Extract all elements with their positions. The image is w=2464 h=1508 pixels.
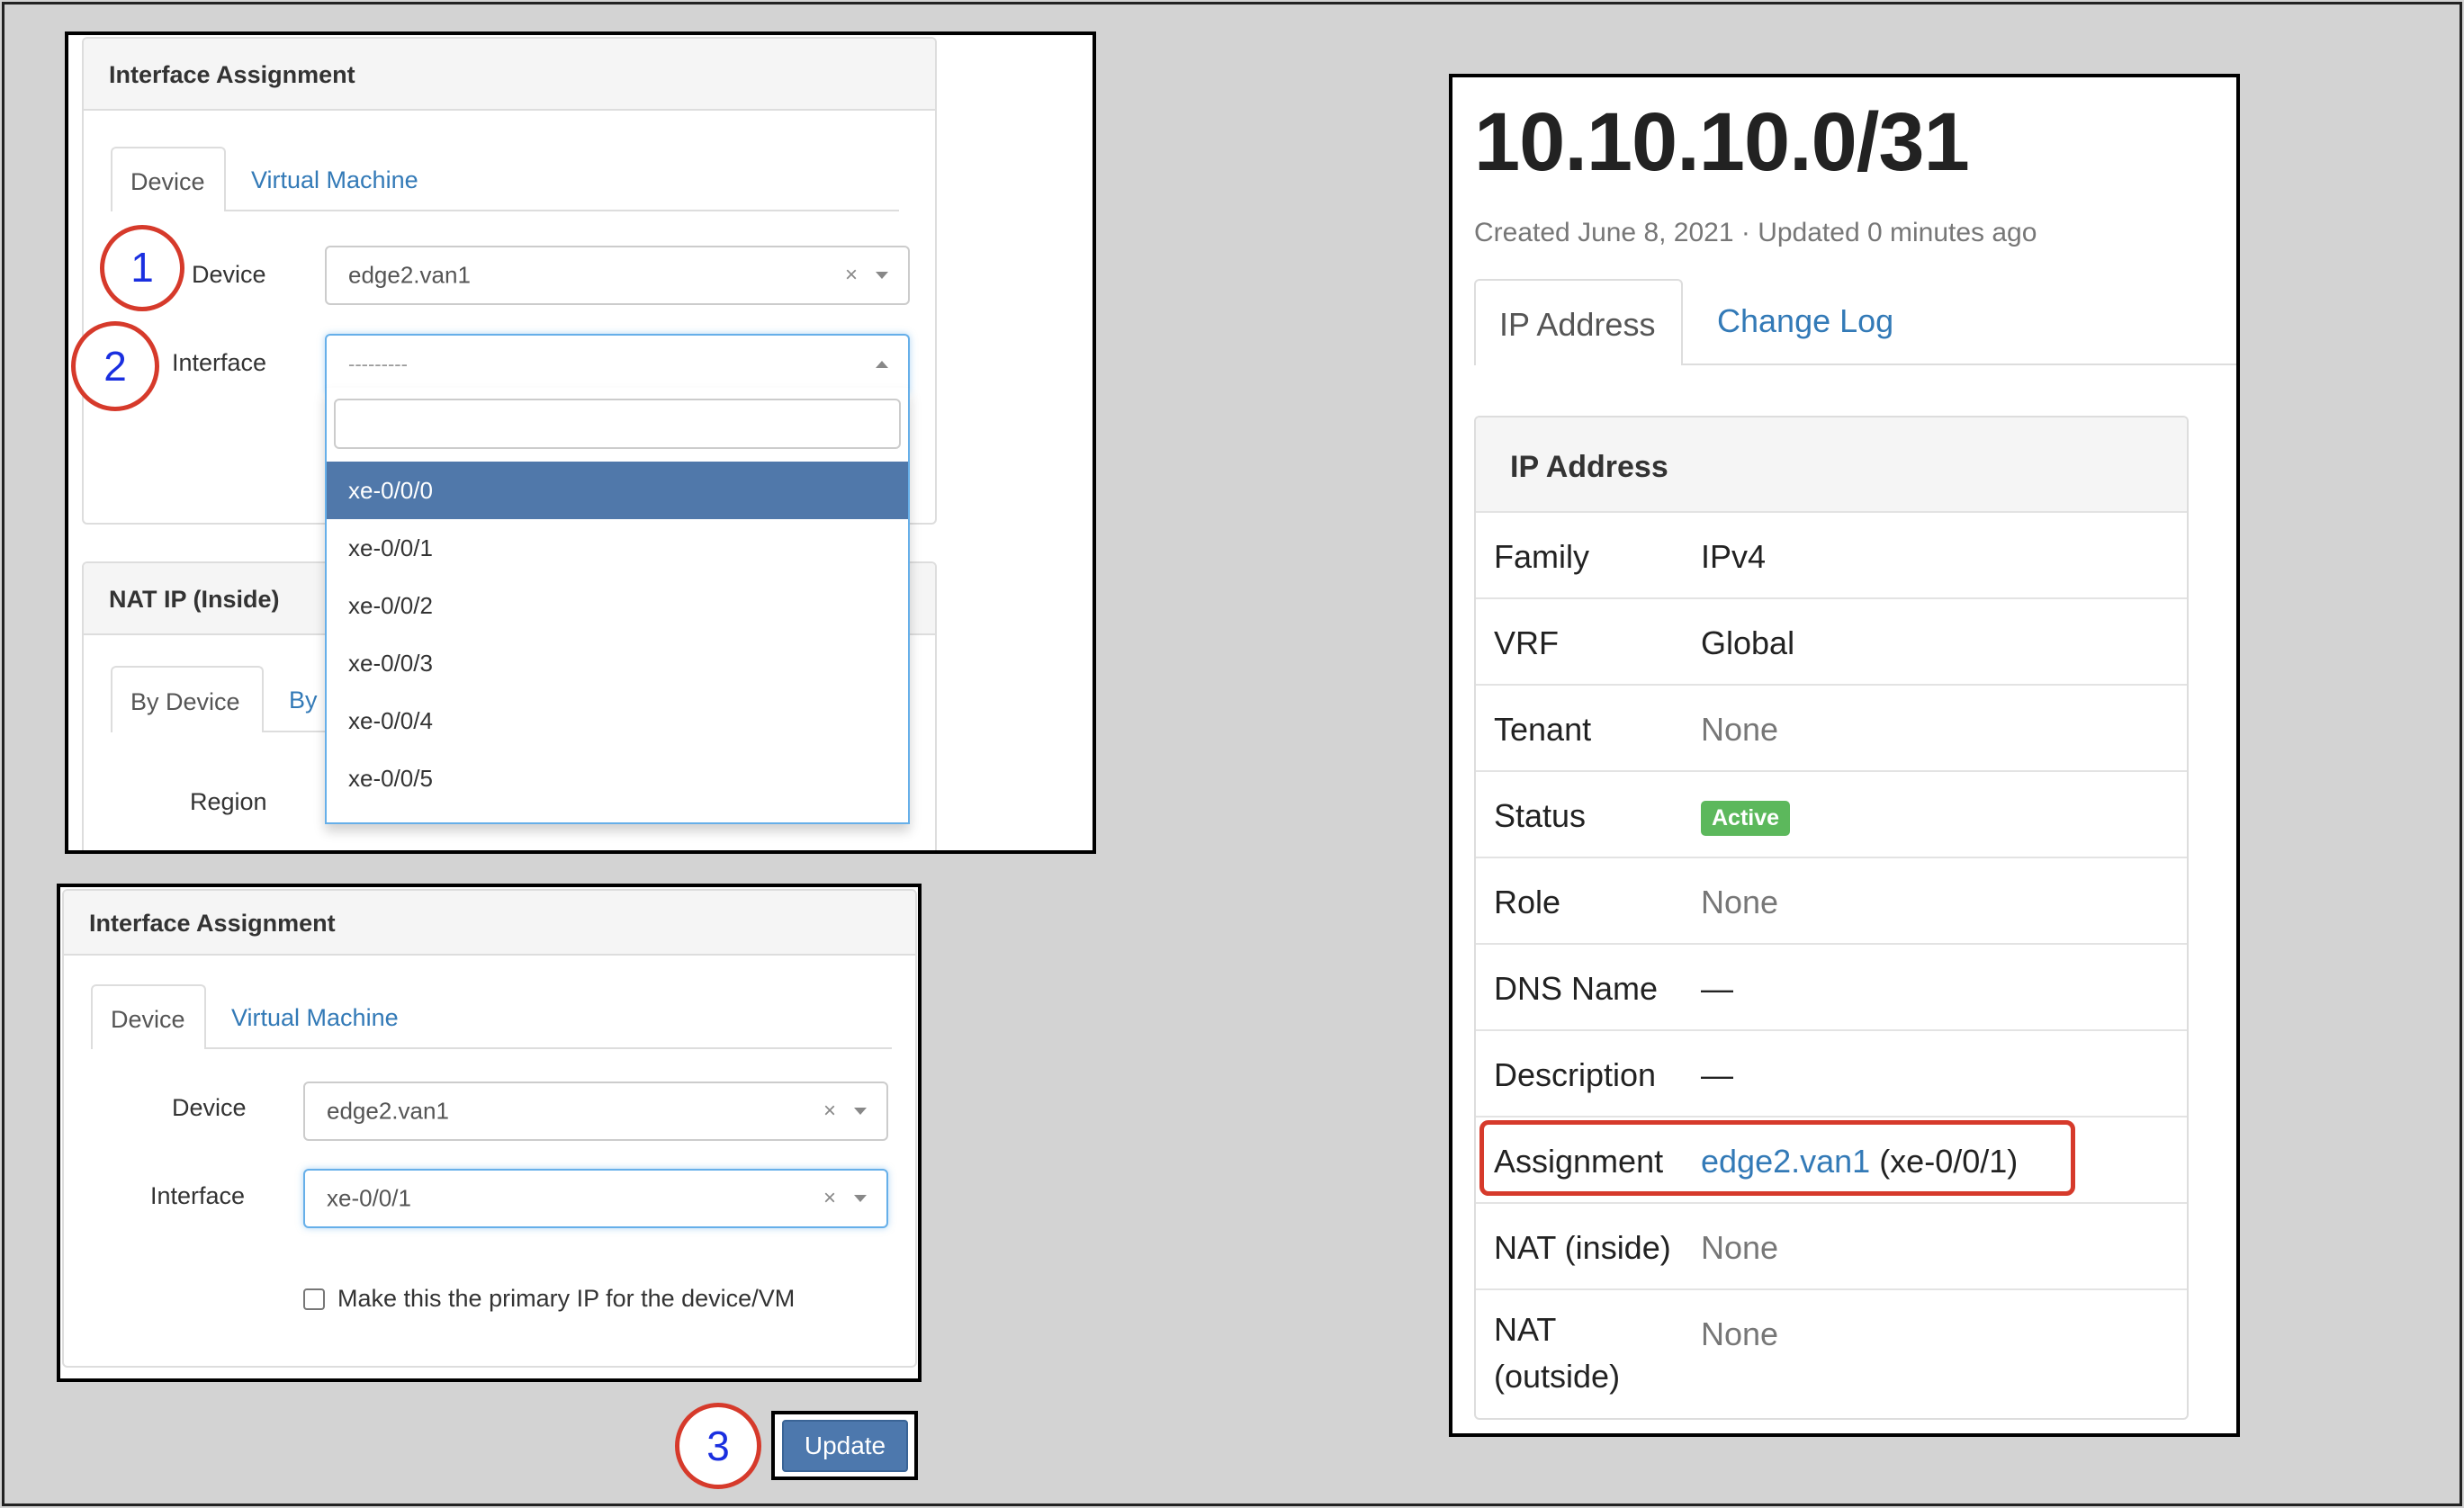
interface-select-value: xe-0/0/1	[327, 1184, 411, 1212]
chevron-down-icon[interactable]	[854, 1195, 867, 1202]
ip-address-panel: IP Address Family IPv4 VRF Global Tenant…	[1474, 416, 2189, 1420]
dropdown-option[interactable]: xe-0/0/2	[327, 577, 908, 634]
detail-row-tenant: Tenant None	[1476, 684, 2187, 770]
panel-title: Interface Assignment	[89, 910, 336, 937]
primary-ip-checkbox-label: Make this the primary IP for the device/…	[337, 1285, 796, 1312]
tab-virtual-machine[interactable]: Virtual Machine	[251, 166, 418, 194]
page-subtitle: Created June 8, 2021 · Updated 0 minutes…	[1474, 218, 2037, 247]
panel-header: Interface Assignment	[64, 891, 915, 956]
panel-header: Interface Assignment	[84, 39, 935, 111]
panel-title: IP Address	[1510, 450, 1668, 484]
device-select[interactable]: edge2.van1 ×	[303, 1082, 888, 1141]
detail-row-status: Status Active	[1476, 770, 2187, 857]
clear-icon[interactable]: ×	[845, 263, 858, 288]
interface-assignment-panel: Interface Assignment Device Virtual Mach…	[62, 889, 917, 1368]
step-3-annotation: 3	[675, 1403, 761, 1489]
interface-label: Interface	[150, 1182, 246, 1209]
step-2-annotation: 2	[71, 321, 159, 411]
device-select[interactable]: edge2.van1 ×	[325, 246, 910, 305]
chevron-down-icon[interactable]	[854, 1108, 867, 1115]
device-select-value: edge2.van1	[327, 1097, 449, 1125]
dropdown-option[interactable]: xe-0/0/0	[327, 462, 908, 519]
chevron-down-icon[interactable]	[876, 272, 888, 279]
detail-row-description: Description —	[1476, 1029, 2187, 1116]
detail-row-dns-name: DNS Name —	[1476, 943, 2187, 1029]
tab-change-log[interactable]: Change Log	[1717, 302, 1893, 340]
tab-divider	[111, 210, 899, 211]
dropdown-option[interactable]: xe-0/0/5	[327, 750, 908, 807]
chevron-up-icon[interactable]	[876, 361, 888, 368]
tab-virtual-machine[interactable]: Virtual Machine	[231, 1004, 399, 1032]
ip-detail-frame: 10.10.10.0/31 Created June 8, 2021 · Upd…	[1449, 74, 2240, 1437]
panel-title: NAT IP (Inside)	[109, 586, 280, 613]
detail-row-role: Role None	[1476, 857, 2187, 943]
clear-icon[interactable]: ×	[823, 1099, 836, 1124]
update-button[interactable]: Update	[782, 1420, 908, 1472]
dropdown-option[interactable]: xe-0/0/4	[327, 692, 908, 750]
interface-label: Interface	[172, 349, 267, 376]
page-title: 10.10.10.0/31	[1474, 96, 1970, 188]
device-select-value: edge2.van1	[348, 261, 471, 289]
interface-select[interactable]: xe-0/0/1 ×	[303, 1169, 888, 1228]
detail-row-vrf: VRF Global	[1476, 597, 2187, 684]
tab-device[interactable]: Device	[91, 984, 206, 1049]
status-badge: Active	[1701, 800, 1791, 836]
interface-select[interactable]: ---------	[325, 334, 910, 393]
detail-row-nat-outside: NAT (outside) None	[1476, 1288, 2187, 1418]
assignment-highlight-box	[1479, 1120, 2075, 1196]
interface-placeholder: ---------	[348, 353, 408, 375]
top-left-frame: Interface Assignment Device Virtual Mach…	[65, 31, 1096, 854]
region-label: Region	[190, 788, 267, 815]
device-label: Device	[172, 1094, 247, 1121]
dropdown-option[interactable]: xe-0/0/1	[327, 519, 908, 577]
tab-by-other[interactable]: By	[289, 687, 318, 714]
device-label: Device	[192, 261, 266, 288]
bottom-left-frame: Interface Assignment Device Virtual Mach…	[57, 884, 922, 1382]
step-1-annotation: 1	[100, 225, 184, 311]
tab-divider	[91, 1047, 892, 1049]
update-button-highlight: Update	[771, 1411, 918, 1480]
dropdown-search-input[interactable]	[334, 399, 901, 449]
detail-row-nat-inside: NAT (inside) None	[1476, 1202, 2187, 1288]
interface-dropdown: xe-0/0/0 xe-0/0/1 xe-0/0/2 xe-0/0/3 xe-0…	[325, 388, 910, 824]
tab-ip-address[interactable]: IP Address	[1474, 279, 1683, 365]
clear-icon[interactable]: ×	[823, 1186, 836, 1211]
tab-by-device[interactable]: By Device	[111, 666, 264, 732]
panel-title: Interface Assignment	[109, 61, 355, 88]
panel-header: IP Address	[1476, 417, 2187, 513]
primary-ip-checkbox[interactable]	[303, 1288, 325, 1310]
tab-device[interactable]: Device	[111, 147, 226, 211]
dropdown-option[interactable]: xe-0/0/3	[327, 634, 908, 692]
detail-row-family: Family IPv4	[1476, 511, 2187, 597]
